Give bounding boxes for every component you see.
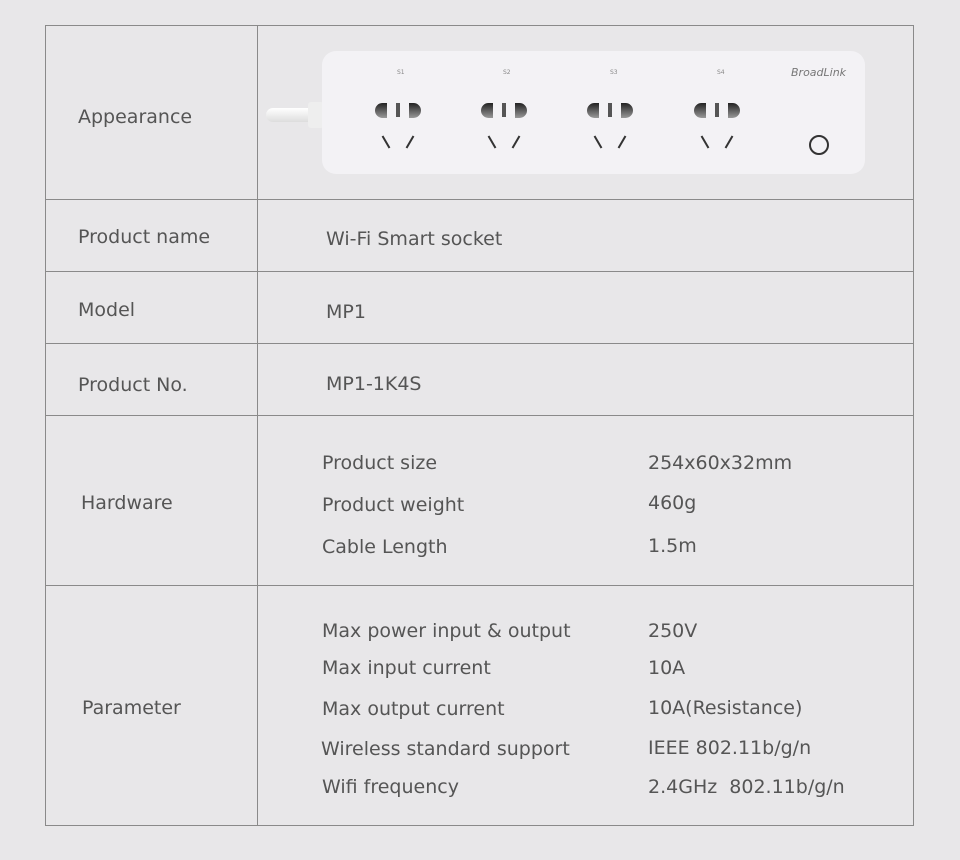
row-label: Product name xyxy=(78,226,211,248)
spec-key: Max output current xyxy=(322,698,505,720)
spec-value: 10A(Resistance) xyxy=(648,697,803,719)
row-value: MP1 xyxy=(326,301,366,323)
spec-value: 10A xyxy=(648,657,686,679)
socket-label: S1 xyxy=(397,69,405,76)
spec-value: 460g xyxy=(648,492,697,514)
spec-key: Product size xyxy=(322,452,438,474)
row-label: Hardware xyxy=(81,492,173,514)
row-hardware: Hardware Product size 254x60x32mm Produc… xyxy=(46,416,913,586)
spec-value: 254x60x32mm xyxy=(648,452,793,474)
socket-outlet-icon xyxy=(481,103,527,153)
spec-key: Wifi frequency xyxy=(322,776,459,798)
spec-key: Max power input & output xyxy=(322,620,571,642)
row-label: Parameter xyxy=(82,697,181,719)
spec-value: 2.4GHz 802.11b/g/n xyxy=(648,776,845,798)
socket-outlet-icon xyxy=(587,103,633,153)
row-model: Model MP1 xyxy=(46,272,913,344)
socket-outlet-icon xyxy=(694,103,740,153)
socket-label: S4 xyxy=(717,69,725,76)
spec-key: Max input current xyxy=(322,657,491,679)
row-label: Model xyxy=(78,299,136,321)
row-appearance: Appearance S1 S2 S3 S4 BroadLink xyxy=(46,26,913,200)
spec-key: Wireless standard support xyxy=(321,738,570,760)
spec-key: Product weight xyxy=(322,494,465,516)
spec-value: 250V xyxy=(648,620,698,642)
row-parameter: Parameter Max power input & output 250V … xyxy=(46,586,913,826)
row-product-no: Product No. MP1-1K4S xyxy=(46,344,913,416)
spec-value: 1.5m xyxy=(648,535,697,557)
brand-logo: BroadLink xyxy=(791,66,847,79)
power-button-icon xyxy=(809,135,829,155)
row-label: Product No. xyxy=(78,374,188,396)
spec-table: Appearance S1 S2 S3 S4 BroadLink Product… xyxy=(45,25,914,826)
socket-label: S3 xyxy=(610,69,618,76)
socket-label: S2 xyxy=(503,69,511,76)
row-product-name: Product name Wi-Fi Smart socket xyxy=(46,200,913,272)
row-value: Wi-Fi Smart socket xyxy=(326,228,503,250)
row-value: MP1-1K4S xyxy=(326,373,422,395)
socket-outlet-icon xyxy=(375,103,421,153)
row-label: Appearance xyxy=(78,106,193,128)
spec-key: Cable Length xyxy=(322,536,448,558)
spec-value: IEEE 802.11b/g/n xyxy=(648,737,812,759)
